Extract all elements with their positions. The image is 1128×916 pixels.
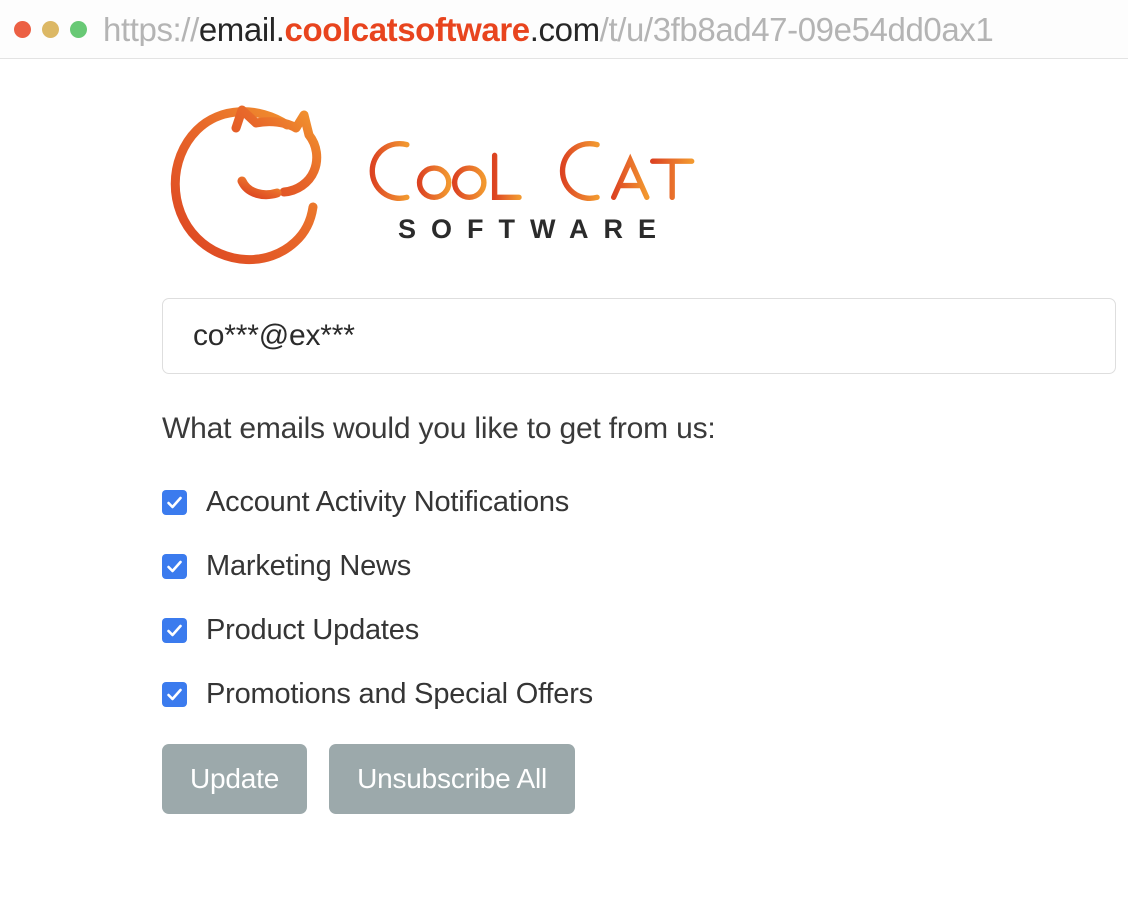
- page-body: SOFTWARE co***@ex*** What emails would y…: [0, 59, 1128, 916]
- option-row-marketing-news[interactable]: Marketing News: [162, 549, 1119, 582]
- url-brand: coolcatsoftware: [284, 12, 531, 46]
- wordmark-software-label: SOFTWARE: [398, 214, 671, 244]
- option-row-product-updates[interactable]: Product Updates: [162, 613, 1119, 646]
- url-scheme: https://: [103, 12, 199, 46]
- window-controls: [0, 20, 87, 38]
- update-button[interactable]: Update: [162, 744, 308, 814]
- checkbox-checked-icon[interactable]: [162, 681, 187, 707]
- check-icon: [167, 560, 182, 572]
- checkbox-checked-icon[interactable]: [162, 489, 187, 515]
- check-icon: [167, 624, 182, 636]
- close-button[interactable]: [14, 20, 31, 38]
- check-icon: [167, 496, 182, 508]
- unsubscribe-all-button[interactable]: Unsubscribe All: [329, 744, 576, 814]
- url-path: /t/u/3fb8ad47-09e54dd0ax1: [599, 12, 994, 46]
- url-subdomain: email.: [198, 12, 285, 46]
- action-buttons: Update Unsubscribe All: [162, 744, 1119, 814]
- option-row-promotions[interactable]: Promotions and Special Offers: [162, 677, 1119, 710]
- option-label: Product Updates: [206, 613, 420, 646]
- preferences-list: Account Activity Notifications Marketing…: [162, 485, 1119, 710]
- email-value: co***@ex***: [193, 319, 355, 352]
- option-label: Marketing News: [206, 549, 412, 582]
- option-label: Account Activity Notifications: [206, 485, 570, 518]
- option-row-account-activity[interactable]: Account Activity Notifications: [162, 485, 1119, 518]
- preferences-prompt: What emails would you like to get from u…: [162, 412, 716, 445]
- curled-cat-icon: [170, 105, 322, 265]
- check-icon: [167, 688, 182, 700]
- maximize-button[interactable]: [70, 20, 87, 38]
- minimize-button[interactable]: [42, 20, 59, 38]
- url-tld: .com: [529, 12, 600, 46]
- browser-chrome: https://email.coolcatsoftware.com/t/u/3f…: [0, 0, 1128, 59]
- wordmark: SOFTWARE: [360, 126, 740, 243]
- checkbox-checked-icon[interactable]: [162, 617, 187, 643]
- brand-logo: SOFTWARE: [162, 97, 1119, 272]
- option-label: Promotions and Special Offers: [206, 677, 593, 710]
- wordmark-cool-cat-icon: [369, 140, 695, 201]
- content-column: SOFTWARE co***@ex*** What emails would y…: [162, 59, 1119, 814]
- url-bar[interactable]: https://email.coolcatsoftware.com/t/u/3f…: [103, 13, 1128, 46]
- email-field[interactable]: co***@ex***: [162, 298, 1116, 374]
- checkbox-checked-icon[interactable]: [162, 553, 187, 579]
